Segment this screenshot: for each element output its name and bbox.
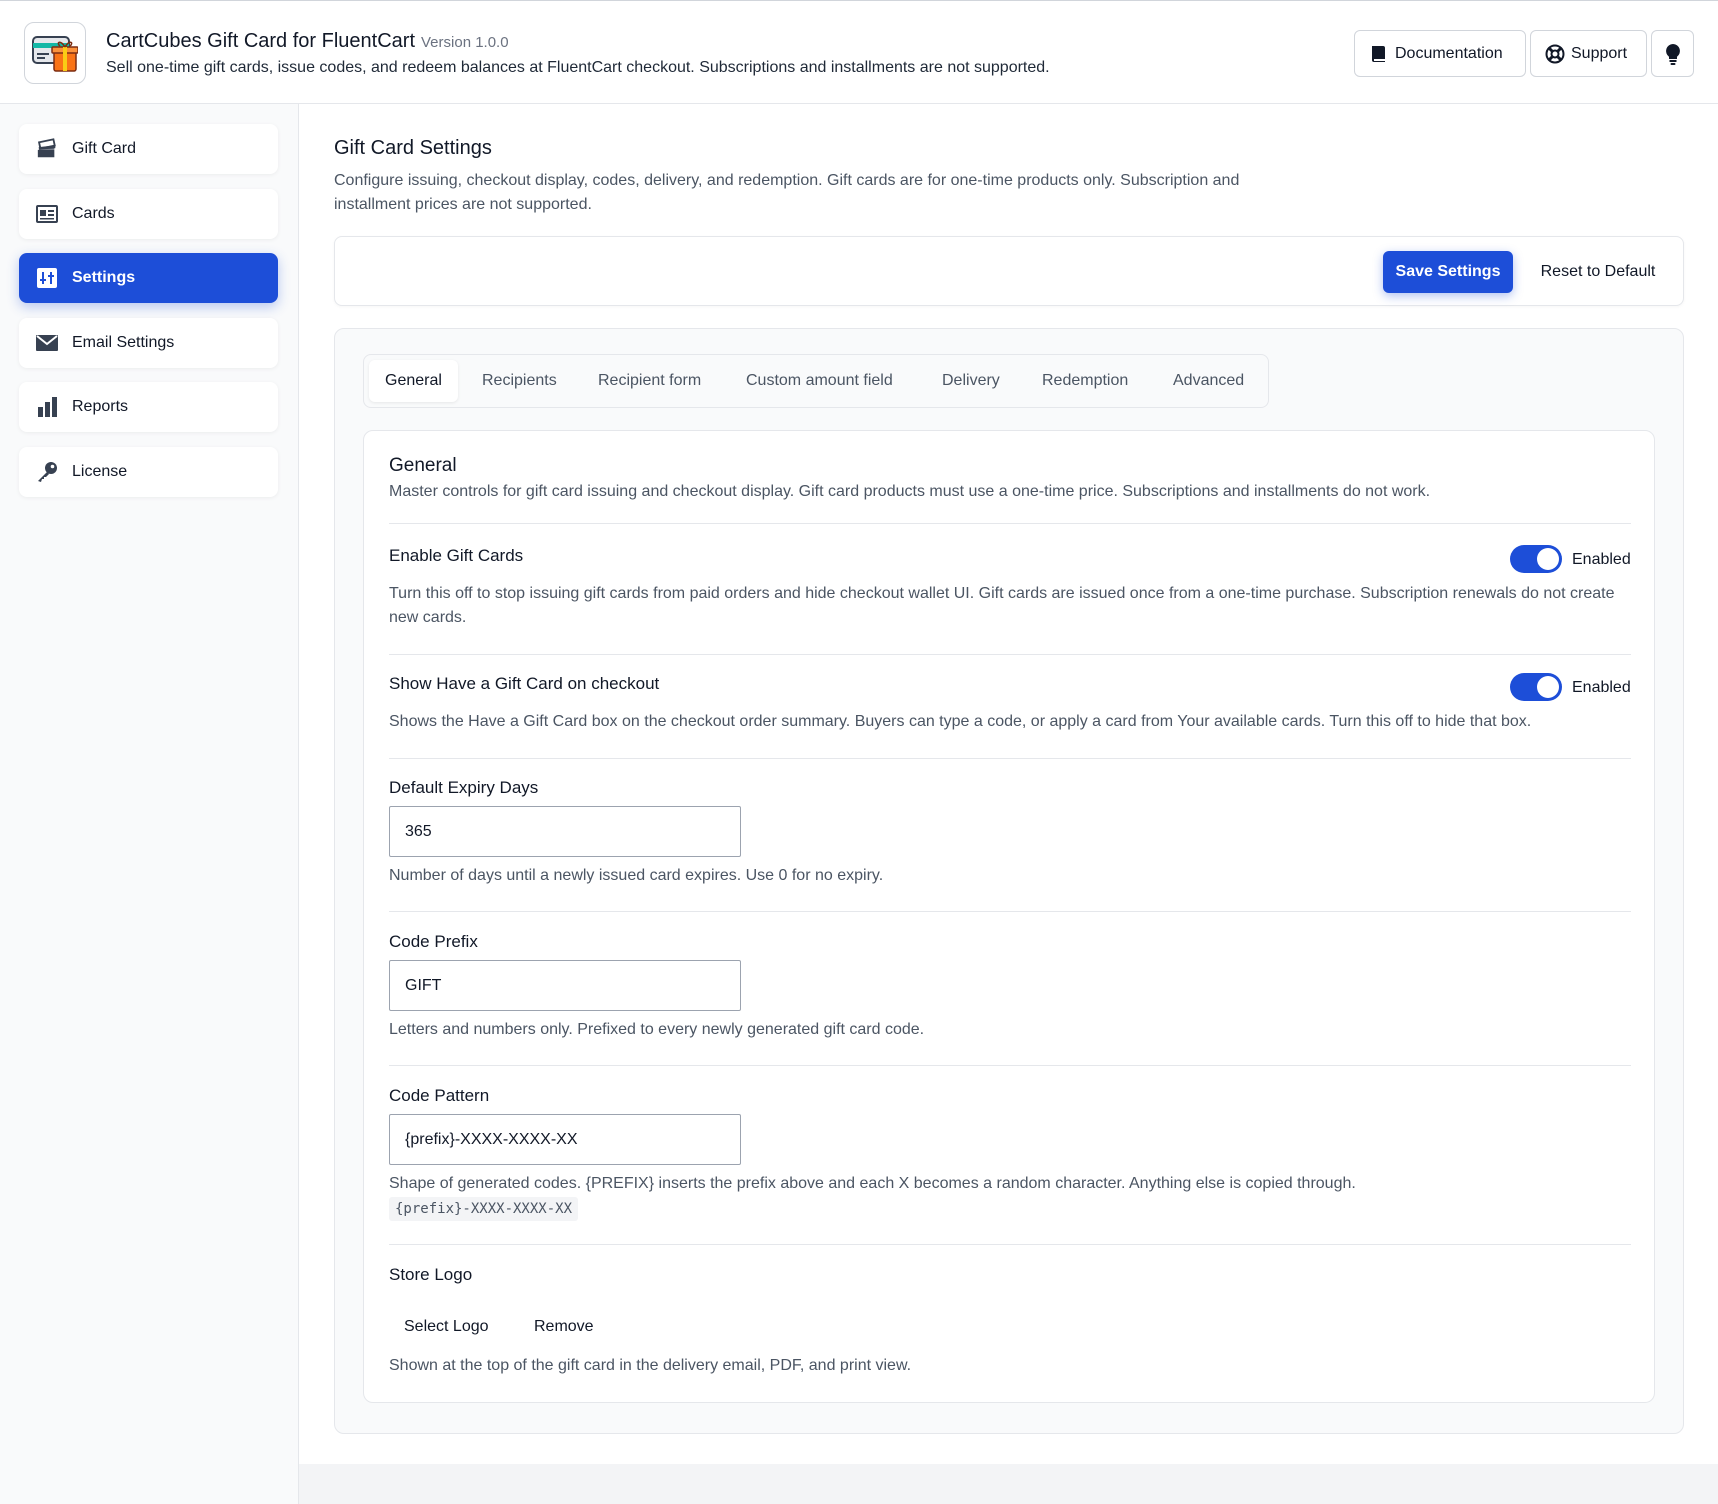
general-settings-card bbox=[363, 430, 1655, 1403]
sidebar bbox=[0, 104, 299, 1504]
divider bbox=[389, 523, 1631, 524]
code-pattern-help: Shape of generated codes. {PREFIX} inser… bbox=[389, 1175, 1356, 1192]
tab-recipients[interactable]: Recipients bbox=[482, 355, 557, 407]
divider bbox=[389, 654, 1631, 655]
code-prefix-input[interactable] bbox=[389, 960, 741, 1011]
sidebar-item-email-settings[interactable]: Email Settings bbox=[19, 318, 278, 368]
enable-gift-cards-label: Enable Gift Cards bbox=[389, 546, 524, 565]
lifebuoy-icon bbox=[1545, 44, 1565, 63]
enable-gift-cards-toggle[interactable] bbox=[1510, 545, 1562, 573]
code-prefix-label: Code Prefix bbox=[389, 932, 478, 951]
documentation-button[interactable]: Documentation bbox=[1354, 30, 1526, 77]
key-icon bbox=[36, 461, 58, 483]
app-version: Version 1.0.0 bbox=[421, 34, 509, 51]
book-icon bbox=[1372, 45, 1385, 62]
divider bbox=[389, 1065, 1631, 1066]
code-pattern-label: Code Pattern bbox=[389, 1086, 490, 1105]
sidebar-item-label: License bbox=[72, 463, 128, 480]
support-label: Support bbox=[1571, 44, 1628, 62]
default-expiry-days-input[interactable] bbox=[389, 806, 741, 857]
enable-gift-cards-state: Enabled bbox=[1572, 551, 1631, 568]
app-header: CartCubes Gift Card for FluentCart Versio… bbox=[0, 0, 1718, 104]
show-on-checkout-help: Shows the Have a Gift Card box on the ch… bbox=[389, 713, 1532, 730]
default-expiry-days-label: Default Expiry Days bbox=[389, 778, 539, 797]
sidebar-item-settings[interactable]: Settings bbox=[19, 253, 278, 303]
section-title: General bbox=[389, 455, 457, 476]
tab-redemption[interactable]: Redemption bbox=[1042, 355, 1128, 407]
tab-custom-amount-field[interactable]: Custom amount field bbox=[746, 355, 893, 407]
enable-gift-cards-help: Turn this off to stop issuing gift cards… bbox=[389, 585, 1615, 626]
theme-toggle-button[interactable] bbox=[1651, 30, 1694, 77]
sidebar-item-label: Cards bbox=[72, 205, 115, 222]
divider bbox=[389, 911, 1631, 912]
documentation-label: Documentation bbox=[1395, 44, 1503, 62]
tab-recipient-form[interactable]: Recipient form bbox=[598, 355, 701, 407]
envelope-icon bbox=[36, 332, 58, 354]
sidebar-item-label: Reports bbox=[72, 398, 129, 415]
support-button[interactable]: Support bbox=[1530, 30, 1647, 77]
sidebar-item-label: Gift Card bbox=[72, 140, 137, 157]
section-description: Master controls for gift card issuing an… bbox=[389, 483, 1431, 500]
sidebar-item-license[interactable]: License bbox=[19, 447, 278, 497]
save-settings-button[interactable]: Save Settings bbox=[1383, 251, 1513, 293]
lightbulb-icon bbox=[1665, 43, 1680, 65]
page-title: Gift Card Settings bbox=[334, 137, 492, 159]
remove-logo-button[interactable]: Remove bbox=[534, 1312, 594, 1342]
sidebar-item-label: Email Settings bbox=[72, 334, 175, 351]
sidebar-item-label: Settings bbox=[72, 269, 136, 286]
store-logo-help: Shown at the top of the gift card in the… bbox=[389, 1357, 912, 1374]
divider bbox=[389, 758, 1631, 759]
app-logo-icon bbox=[24, 22, 86, 84]
settings-tabs: General Recipients Recipient form Custom… bbox=[363, 354, 1269, 408]
show-on-checkout-state: Enabled bbox=[1572, 679, 1631, 696]
code-pattern-input[interactable] bbox=[389, 1114, 741, 1165]
gift-card-stack-icon bbox=[36, 138, 58, 160]
tab-general[interactable]: General bbox=[369, 360, 458, 402]
settings-icon bbox=[36, 267, 58, 289]
bar-chart-icon bbox=[36, 396, 58, 418]
show-on-checkout-toggle[interactable] bbox=[1510, 673, 1562, 701]
show-on-checkout-label: Show Have a Gift Card on checkout bbox=[389, 674, 660, 693]
code-prefix-help: Letters and numbers only. Prefixed to ev… bbox=[389, 1021, 925, 1038]
sidebar-item-gift-card[interactable]: Gift Card bbox=[19, 124, 278, 174]
reset-to-default-button[interactable]: Reset to Default bbox=[1524, 251, 1672, 293]
page-description: Configure issuing, checkout display, cod… bbox=[334, 172, 1240, 213]
app-subtitle: Sell one-time gift cards, issue codes, a… bbox=[106, 59, 1050, 76]
sidebar-item-reports[interactable]: Reports bbox=[19, 382, 278, 432]
store-logo-label: Store Logo bbox=[389, 1265, 473, 1284]
default-expiry-days-help: Number of days until a newly issued card… bbox=[389, 867, 884, 884]
divider bbox=[389, 1244, 1631, 1245]
app-title-text: CartCubes Gift Card for FluentCart bbox=[106, 30, 415, 52]
tab-advanced[interactable]: Advanced bbox=[1173, 355, 1244, 407]
tab-delivery[interactable]: Delivery bbox=[942, 355, 1000, 407]
page-footer bbox=[299, 1464, 1718, 1504]
code-pattern-example: {prefix}-XXXX-XXXX-XX bbox=[389, 1197, 579, 1221]
sidebar-item-cards[interactable]: Cards bbox=[19, 189, 278, 239]
id-card-icon bbox=[36, 203, 58, 225]
select-logo-button[interactable]: Select Logo bbox=[404, 1312, 489, 1342]
app-title: CartCubes Gift Card for FluentCart Versio… bbox=[106, 30, 509, 53]
